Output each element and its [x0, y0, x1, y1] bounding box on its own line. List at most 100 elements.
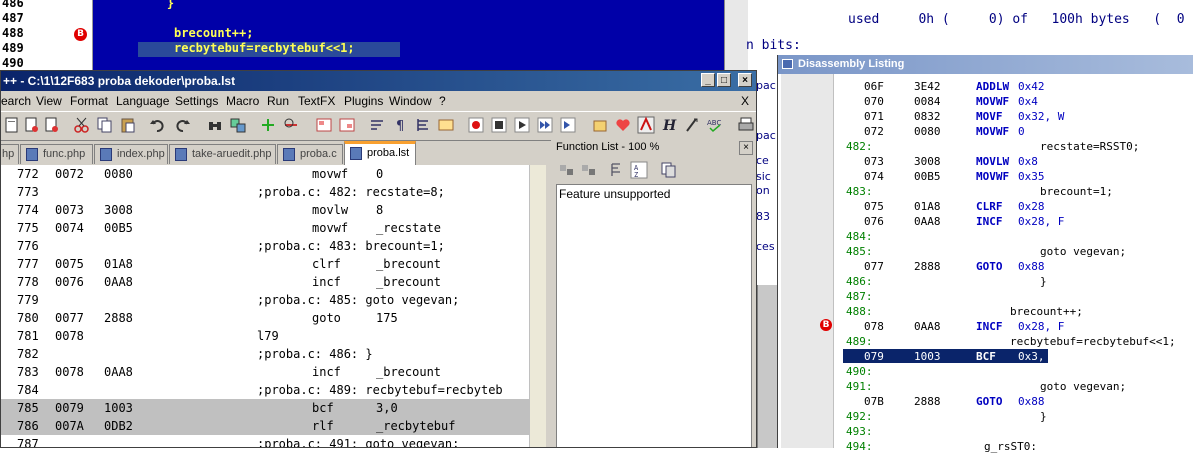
address: 007A	[55, 419, 84, 433]
editor-vertical-scrollbar[interactable]	[529, 165, 546, 447]
disassembly-titlebar[interactable]: Disassembly Listing	[778, 55, 1193, 74]
bookmark-icon[interactable]	[591, 116, 609, 134]
show-all-chars-icon[interactable]: ¶	[391, 116, 409, 134]
zoom-in-icon[interactable]	[259, 116, 277, 134]
tab-proba-lst[interactable]: proba.lst	[344, 141, 416, 165]
close-document-button[interactable]: X	[741, 94, 749, 108]
copy-list-icon[interactable]	[660, 161, 678, 179]
save-file-icon[interactable]	[43, 116, 61, 134]
maximize-button[interactable]: □	[717, 73, 731, 87]
menu-run[interactable]: Run	[267, 94, 289, 108]
menu-settings[interactable]: Settings	[175, 94, 218, 108]
cut-icon[interactable]	[73, 116, 91, 134]
editor-row: 774 0073 3008 movlw 8	[1, 201, 529, 219]
new-file-icon[interactable]	[3, 116, 21, 134]
mnemonic: ADDLW	[976, 80, 1010, 93]
source-line-number: 493:	[846, 425, 873, 438]
indent-guide-icon[interactable]	[414, 116, 432, 134]
code-editor[interactable]: 772 0072 0080 movwf 0 773 ;proba.c: 482: recst…	[1, 165, 546, 447]
copy-icon[interactable]	[96, 116, 114, 134]
background-source-editor[interactable]: 486 } 487 488 brecount++; B 489 recbytebuf=rec…	[0, 0, 748, 70]
paste-icon[interactable]	[119, 116, 137, 134]
acrobat-icon[interactable]	[637, 116, 655, 134]
spell-check-icon[interactable]: ABC	[706, 116, 724, 134]
mnemonic: MOVWF	[976, 95, 1010, 108]
sync-scroll-h-icon[interactable]	[338, 116, 356, 134]
tab-label: proba.lst	[367, 147, 410, 159]
function-list-content[interactable]: Feature unsupported	[556, 184, 752, 447]
operand: 0	[1018, 125, 1025, 138]
user-lang-icon[interactable]	[437, 116, 455, 134]
function-list-close-button[interactable]: ×	[739, 141, 753, 155]
record-macro-icon[interactable]	[467, 116, 485, 134]
find-icon[interactable]	[206, 116, 224, 134]
line-number: 778	[17, 275, 39, 289]
editor-row: 778 0076 0AA8 incf _brecount	[1, 273, 529, 291]
collapse-all-icon[interactable]	[580, 161, 598, 179]
stop-macro-icon[interactable]	[490, 116, 508, 134]
address: 074	[864, 170, 884, 183]
mnemonic: GOTO	[976, 395, 1003, 408]
code-line: recbytebuf=recbytebuf<<1;	[174, 41, 355, 55]
menu-help[interactable]: ?	[439, 94, 446, 108]
background-text-fragment: sic	[756, 170, 771, 183]
source-code: goto vegevan;	[1040, 380, 1127, 393]
address: 0076	[55, 275, 84, 289]
html-tag-icon[interactable]: H	[660, 116, 678, 134]
menu-macro[interactable]: Macro	[226, 94, 259, 108]
expand-all-icon[interactable]	[558, 161, 576, 179]
save-macro-icon[interactable]	[559, 116, 577, 134]
vertical-scrollbar[interactable]	[724, 0, 748, 70]
asm-line: 075 01A8 CLRF 0x28	[778, 199, 1193, 214]
print-icon[interactable]	[737, 116, 755, 134]
line-number: 779	[17, 293, 39, 307]
menu-plugins[interactable]: Plugins	[344, 94, 383, 108]
undo-icon[interactable]	[149, 116, 167, 134]
menu-window[interactable]: Window	[389, 94, 432, 108]
source-line: 486:}	[778, 274, 1193, 289]
tab-hp[interactable]: hp	[1, 144, 19, 164]
tab-func-php[interactable]: func.php	[20, 144, 93, 164]
sync-scroll-v-icon[interactable]	[315, 116, 333, 134]
tab-index-php[interactable]: index.php	[94, 144, 168, 164]
run-macro-multiple-icon[interactable]	[536, 116, 554, 134]
line-number: 489	[2, 41, 24, 55]
redo-icon[interactable]	[173, 116, 191, 134]
address: 075	[864, 200, 884, 213]
mnemonic: incf	[312, 275, 341, 289]
replace-icon[interactable]	[229, 116, 247, 134]
tab-take-aruedit-php[interactable]: take-aruedit.php	[169, 144, 276, 164]
close-button[interactable]: ×	[738, 73, 752, 87]
zoom-out-icon[interactable]	[282, 116, 300, 134]
sort-natural-icon[interactable]	[608, 161, 626, 179]
open-file-icon[interactable]	[23, 116, 41, 134]
address: 071	[864, 110, 884, 123]
document-tabs: hp func.php index.php take-aruedit.php p…	[1, 141, 551, 165]
operand: 175	[376, 311, 398, 325]
menu-search[interactable]: earch	[1, 94, 31, 108]
asm-line: 079 1003 BCF 0x3, 0	[778, 349, 1193, 364]
heart-icon[interactable]	[614, 116, 632, 134]
menu-textfx[interactable]: TextFX	[298, 94, 335, 108]
breakpoint-icon[interactable]: B	[74, 28, 87, 41]
menu-view[interactable]: View	[36, 94, 62, 108]
menu-language[interactable]: Language	[116, 94, 169, 108]
script-icon[interactable]	[683, 116, 701, 134]
sort-alpha-icon[interactable]: AZ	[630, 161, 648, 179]
source-line-number: 486:	[846, 275, 873, 288]
opcode: 0080	[104, 167, 133, 181]
tab-proba-c[interactable]: proba.c	[277, 144, 343, 164]
menu-format[interactable]: Format	[70, 94, 108, 108]
play-macro-icon[interactable]	[513, 116, 531, 134]
minimize-button[interactable]: _	[701, 73, 715, 87]
editor-row: 773 ;proba.c: 482: recstate=8;	[1, 183, 529, 201]
line-number: 773	[17, 185, 39, 199]
svg-text:H: H	[662, 118, 677, 134]
window-titlebar[interactable]: ++ - C:\1\12F683 proba dekoder\proba.lst…	[1, 71, 756, 91]
source-line: 491: goto vegevan;	[778, 379, 1193, 394]
opcode: 2888	[104, 311, 133, 325]
svg-text:¶: ¶	[396, 119, 404, 134]
breakpoint-icon[interactable]: B	[820, 319, 832, 331]
code-line: brecount++;	[174, 26, 254, 40]
word-wrap-icon[interactable]	[368, 116, 386, 134]
